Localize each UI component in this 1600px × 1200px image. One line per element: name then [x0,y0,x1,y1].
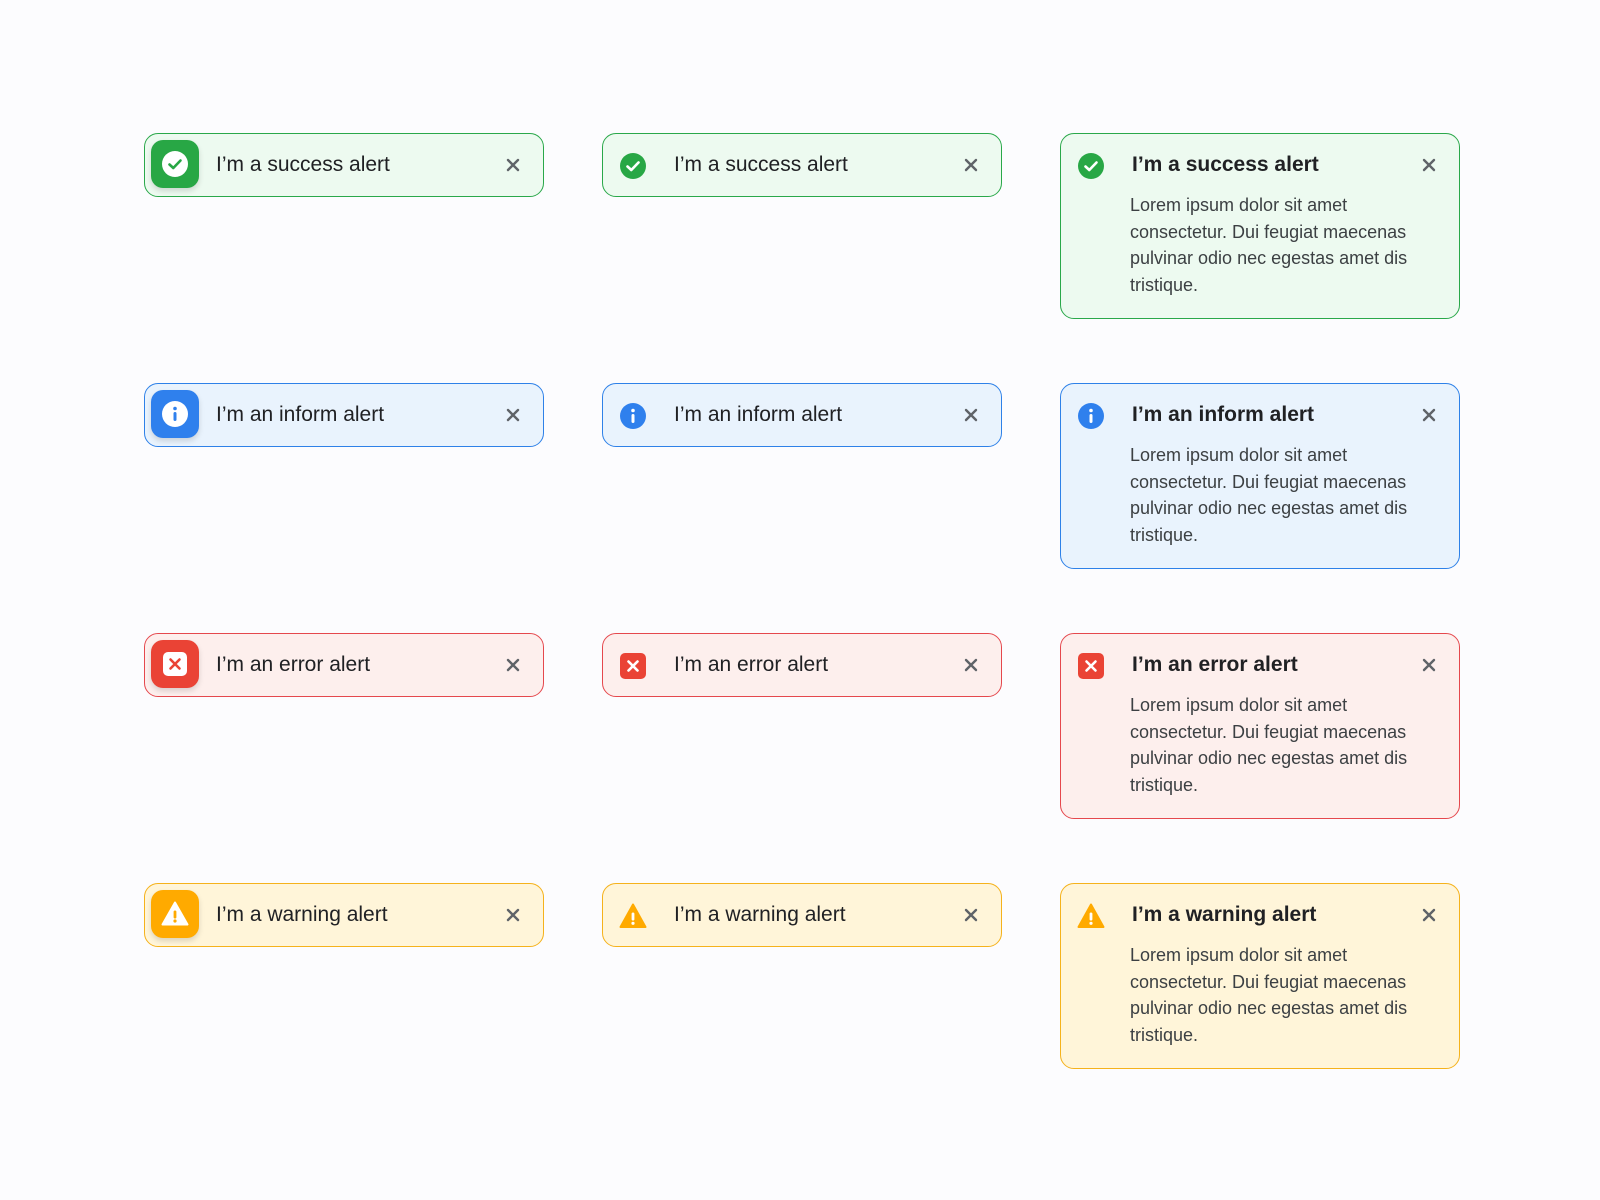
alert-title: I’m an inform alert [216,403,385,426]
alert-title: I’m an inform alert [1132,403,1315,426]
close-icon[interactable] [1415,401,1443,429]
alert-body: Lorem ipsum dolor sit amet consectetur. … [1130,945,1408,1045]
alert-title: I’m an error alert [216,653,371,676]
check-circle-icon [619,152,647,180]
alert-title: I’m a warning alert [674,903,846,926]
close-icon[interactable] [957,901,985,929]
close-icon[interactable] [957,151,985,179]
error-alert-plain-icon: I’m an error alert [602,633,1002,697]
alert-title: I’m a warning alert [1132,903,1317,926]
alert-title: I’m an error alert [674,653,829,676]
error-alert-expanded: I’m an error alert Lorem ipsum dolor sit… [1060,633,1460,819]
alert-title: I’m a success alert [1132,153,1319,176]
error-x-icon [1077,652,1105,680]
success-alert-expanded: I’m a success alert Lorem ipsum dolor si… [1060,133,1460,319]
info-circle-icon [151,390,199,438]
close-icon[interactable] [957,651,985,679]
warning-triangle-icon [151,890,199,938]
inform-alert-tile-icon: I’m an inform alert [144,383,544,447]
close-icon[interactable] [957,401,985,429]
success-alert-plain-icon: I’m a success alert [602,133,1002,197]
error-alert-tile-icon: I’m an error alert [144,633,544,697]
warning-alert-expanded: I’m a warning alert Lorem ipsum dolor si… [1060,883,1460,1069]
close-icon[interactable] [499,651,527,679]
inform-alert-plain-icon: I’m an inform alert [602,383,1002,447]
close-icon[interactable] [1415,901,1443,929]
close-icon[interactable] [1415,151,1443,179]
check-circle-icon [151,140,199,188]
warning-triangle-icon [1077,902,1105,930]
info-circle-icon [619,402,647,430]
close-icon[interactable] [1415,651,1443,679]
success-alert-tile-icon: I’m a success alert [144,133,544,197]
alert-body: Lorem ipsum dolor sit amet consectetur. … [1130,195,1408,295]
warning-alert-plain-icon: I’m a warning alert [602,883,1002,947]
alerts-showcase: I’m a success alert I’m a success alert … [0,0,1600,1200]
close-icon[interactable] [499,901,527,929]
alert-title: I’m a success alert [674,153,848,176]
inform-alert-expanded: I’m an inform alert Lorem ipsum dolor si… [1060,383,1460,569]
alert-title: I’m a warning alert [216,903,388,926]
alert-title: I’m a success alert [216,153,390,176]
alert-title: I’m an error alert [1132,653,1298,676]
close-icon[interactable] [499,401,527,429]
error-x-icon [619,652,647,680]
error-x-icon [151,640,199,688]
alert-title: I’m an inform alert [674,403,843,426]
alert-body: Lorem ipsum dolor sit amet consectetur. … [1130,695,1408,795]
check-circle-icon [1077,152,1105,180]
alert-body: Lorem ipsum dolor sit amet consectetur. … [1130,445,1408,545]
close-icon[interactable] [499,151,527,179]
info-circle-icon [1077,402,1105,430]
warning-triangle-icon [619,902,647,930]
warning-alert-tile-icon: I’m a warning alert [144,883,544,947]
